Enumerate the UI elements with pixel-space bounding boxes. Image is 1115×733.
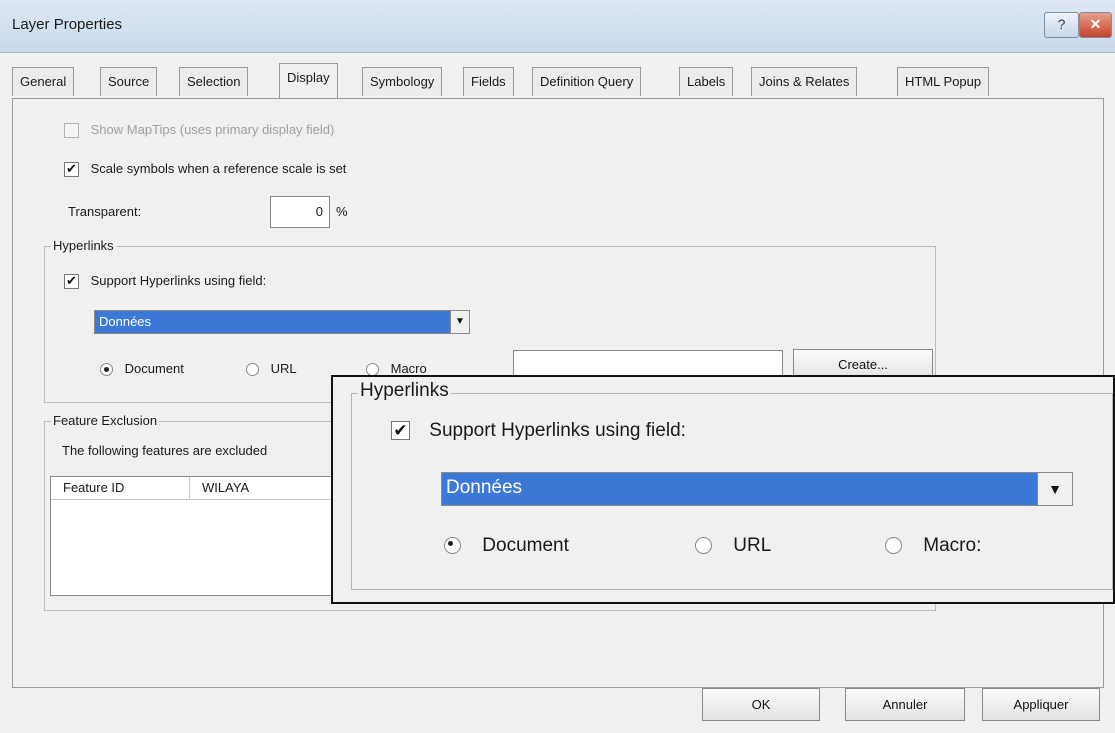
close-icon: ✕ <box>1089 16 1102 32</box>
tab-labels[interactable]: Labels <box>679 67 734 96</box>
show-maptips-row: Show MapTips (uses primary display field… <box>64 122 335 139</box>
zoom-chevron-down-icon[interactable]: ▼ <box>1037 473 1072 505</box>
transparent-input[interactable]: 0 <box>270 196 330 228</box>
radio-url-row[interactable]: URL <box>246 361 297 377</box>
column-header-wilaya[interactable]: WILAYA <box>190 477 333 499</box>
zoom-field-dropdown[interactable]: Données ▼ <box>441 472 1073 506</box>
column-header-feature-id[interactable]: Feature ID <box>51 477 190 499</box>
radio-url[interactable] <box>246 363 259 377</box>
apply-button[interactable]: Appliquer <box>982 688 1100 721</box>
show-maptips-label: Show MapTips (uses primary display field… <box>90 122 335 137</box>
hyperlink-field-dropdown[interactable]: Données ▼ <box>94 310 470 334</box>
radio-document[interactable] <box>100 363 113 377</box>
zoom-support-row: ✔ Support Hyperlinks using field: <box>391 420 686 442</box>
window-title: Layer Properties <box>12 16 123 33</box>
tab-joins-relates[interactable]: Joins & Relates <box>751 67 858 96</box>
transparent-label: Transparent: <box>68 204 142 219</box>
zoom-radio-macro[interactable] <box>885 537 902 555</box>
zoom-radio-url-row[interactable]: URL <box>695 535 771 557</box>
support-hyperlinks-row: ✔ Support Hyperlinks using field: <box>64 273 267 290</box>
radio-macro-label: Macro <box>390 361 427 376</box>
scale-symbols-checkbox[interactable]: ✔ <box>64 162 79 178</box>
list-header: Feature ID WILAYA <box>51 477 341 500</box>
zoom-radio-url-label: URL <box>733 535 772 556</box>
transparent-value: 0 <box>315 204 323 219</box>
scale-symbols-label: Scale symbols when a reference scale is … <box>90 161 347 176</box>
tab-html-popup[interactable]: HTML Popup <box>897 67 990 96</box>
tab-general[interactable]: General <box>12 67 75 96</box>
close-button[interactable]: ✕ <box>1079 12 1112 38</box>
zoom-radio-document-row[interactable]: Document <box>444 535 569 557</box>
scale-symbols-row: ✔ Scale symbols when a reference scale i… <box>64 161 347 178</box>
zoom-support-label: Support Hyperlinks using field: <box>429 420 686 441</box>
radio-document-row[interactable]: Document <box>100 361 184 377</box>
radio-url-label: URL <box>270 361 297 376</box>
zoom-radio-document-label: Document <box>482 535 569 556</box>
hyperlinks-group-title: Hyperlinks <box>51 238 116 253</box>
support-hyperlinks-label: Support Hyperlinks using field: <box>90 273 267 288</box>
layer-properties-dialog: Layer Properties ? ✕ General Source Sele… <box>0 0 1115 733</box>
title-bar: Layer Properties ? ✕ <box>0 0 1115 53</box>
help-button[interactable]: ? <box>1044 12 1079 38</box>
zoom-support-checkbox[interactable]: ✔ <box>391 421 410 441</box>
zoom-field-value: Données <box>446 477 523 498</box>
cancel-button[interactable]: Annuler <box>845 688 965 721</box>
chevron-down-icon[interactable]: ▼ <box>450 311 469 333</box>
support-hyperlinks-checkbox[interactable]: ✔ <box>64 274 79 290</box>
ok-button[interactable]: OK <box>702 688 820 721</box>
help-icon: ? <box>1057 16 1066 32</box>
zoom-hyperlinks-title: Hyperlinks <box>358 380 451 402</box>
tab-source[interactable]: Source <box>100 67 158 96</box>
tab-definition-query[interactable]: Definition Query <box>532 67 642 96</box>
zoom-radio-macro-label: Macro: <box>923 535 982 556</box>
tab-symbology[interactable]: Symbology <box>362 67 443 96</box>
feature-exclusion-title: Feature Exclusion <box>51 413 160 428</box>
radio-document-label: Document <box>124 361 184 376</box>
hyperlink-field-value: Données <box>99 314 152 329</box>
tab-selection[interactable]: Selection <box>179 67 249 96</box>
zoom-radio-document[interactable] <box>444 537 461 555</box>
show-maptips-checkbox[interactable] <box>64 123 79 139</box>
transparent-unit: % <box>336 204 348 219</box>
excluded-features-list[interactable]: Feature ID WILAYA <box>50 476 342 596</box>
zoom-radio-url[interactable] <box>695 537 712 555</box>
zoom-radio-macro-row[interactable]: Macro: <box>885 535 981 557</box>
tab-fields[interactable]: Fields <box>463 67 514 96</box>
hyperlinks-zoom-inset: Hyperlinks ✔ Support Hyperlinks using fi… <box>331 375 1115 604</box>
radio-macro-row[interactable]: Macro <box>366 361 427 377</box>
feature-exclusion-description: The following features are excluded <box>62 443 268 458</box>
tab-display[interactable]: Display <box>279 63 338 98</box>
